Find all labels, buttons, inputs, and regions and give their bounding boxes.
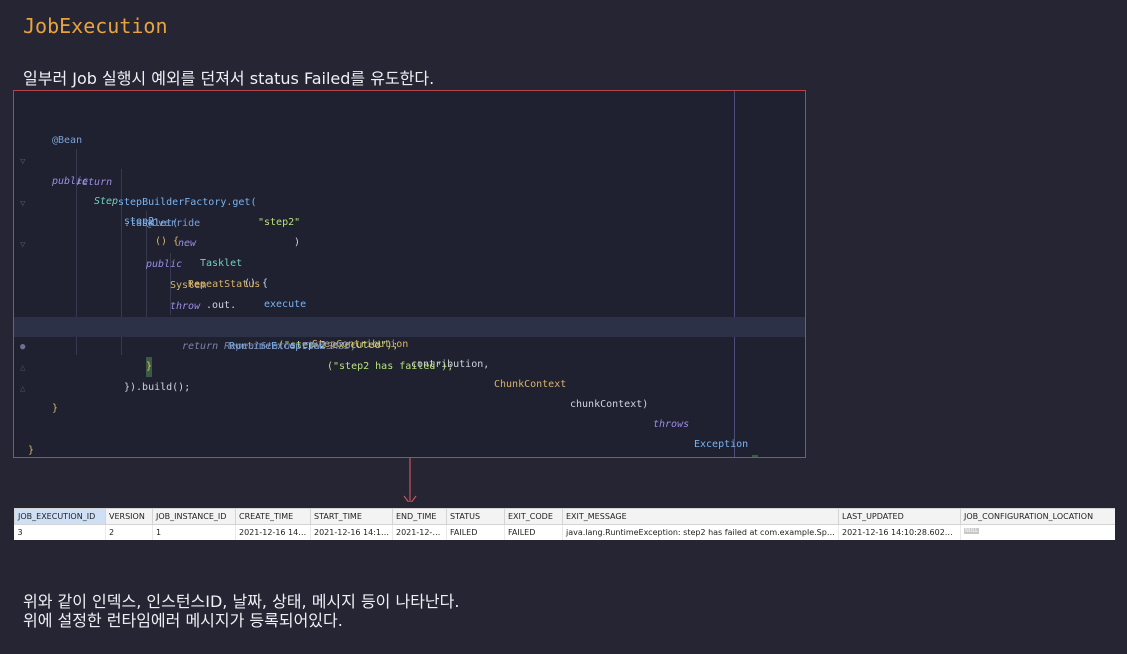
arrow-down-icon [403, 458, 417, 502]
code-line-highlighted: ● } [14, 317, 805, 377]
outro-line: 위에 설정한 런타임에러 메시지가 등록되어있다. [23, 611, 343, 630]
fold-icon[interactable]: ▽ [20, 235, 25, 255]
table-cell[interactable]: 1 [152, 524, 236, 540]
code-line: ▽ public RepeatStatus execute ( StepCont… [14, 215, 805, 457]
close-brace: } [52, 403, 59, 414]
code-line: return stepBuilderFactory.get( "step2" ) [14, 153, 805, 248]
code-line: @Bean [14, 111, 805, 146]
table-cell[interactable]: 2021-12-16 14:10:28.602000 [838, 524, 961, 540]
column-header[interactable]: JOB_INSTANCE_ID [152, 508, 236, 525]
outro-line: 위와 같이 인덱스, 인스턴스ID, 날짜, 상태, 메시지 등이 나타난다. [23, 592, 460, 611]
table-cell[interactable]: 2021-12-16 14:... [235, 524, 311, 540]
table-cell[interactable]: NULL [960, 524, 1115, 540]
column-header[interactable]: JOB_CONFIGURATION_LOCATION [960, 508, 1115, 525]
table-cell[interactable]: 2021-12-1... [392, 524, 447, 540]
column-header[interactable]: EXIT_CODE [504, 508, 563, 525]
table-cell[interactable]: 3 [14, 524, 106, 540]
close-brace: } [28, 445, 35, 456]
fold-icon[interactable]: △ [20, 379, 25, 399]
column-header[interactable]: STATUS [446, 508, 505, 525]
page-heading: JobExecution [23, 14, 168, 38]
code-line: △ } [14, 359, 805, 414]
table-cell[interactable]: FAILED [446, 524, 505, 540]
code-line: ▽ public Step step2 () { [14, 132, 805, 247]
code-line: // return RepeatStatus.FINISHED; [14, 297, 805, 352]
column-header[interactable]: CREATE_TIME [235, 508, 311, 525]
code-line: } [14, 421, 805, 456]
keyword-new: new [178, 238, 197, 249]
column-header[interactable]: START_TIME [310, 508, 393, 525]
code-line: throw new RuntimeException ("step2 has f… [14, 277, 805, 372]
code-line: △ }).build(); [14, 338, 805, 393]
table-header-row: JOB_EXECUTION_ID VERSION JOB_INSTANCE_ID… [14, 508, 1115, 525]
close-paren: ) [294, 237, 301, 248]
open-brace: { [752, 455, 759, 457]
table-cell[interactable]: java.lang.RuntimeException: step2 has fa… [562, 524, 839, 540]
job-execution-table: JOB_EXECUTION_ID VERSION JOB_INSTANCE_ID… [14, 508, 1115, 540]
column-header[interactable]: END_TIME [392, 508, 447, 525]
table-cell[interactable]: 2 [105, 524, 153, 540]
table-cell[interactable]: 2021-12-16 14:10... [310, 524, 393, 540]
code-screenshot: @Bean ▽ public Step step2 () { return st… [13, 90, 806, 458]
code-line: @Override [14, 194, 805, 229]
code-line: System .out. println ("step 2 executed")… [14, 256, 805, 351]
column-header[interactable]: JOB_EXECUTION_ID [14, 508, 106, 525]
column-header[interactable]: EXIT_MESSAGE [562, 508, 839, 525]
parens: () { [155, 236, 180, 247]
outro-text: 위와 같이 인덱스, 인스턴스ID, 날짜, 상태, 메시지 등이 나타난다. … [23, 592, 459, 630]
intro-text: 일부러 Job 실행시 예외를 던져서 status Failed를 유도한다. [23, 69, 435, 88]
table-row[interactable]: 3 2 1 2021-12-16 14:... 2021-12-16 14:10… [14, 524, 1115, 540]
column-header[interactable]: LAST_UPDATED [838, 508, 961, 525]
param-chunk-context: chunkContext) [570, 399, 649, 410]
table-cell[interactable]: FAILED [504, 524, 563, 540]
null-badge: NULL [964, 528, 979, 534]
column-header[interactable]: VERSION [105, 508, 153, 525]
build-call: }).build(); [124, 382, 191, 393]
code-line: ▽ .tasklet( new Tasklet () { [14, 174, 805, 289]
